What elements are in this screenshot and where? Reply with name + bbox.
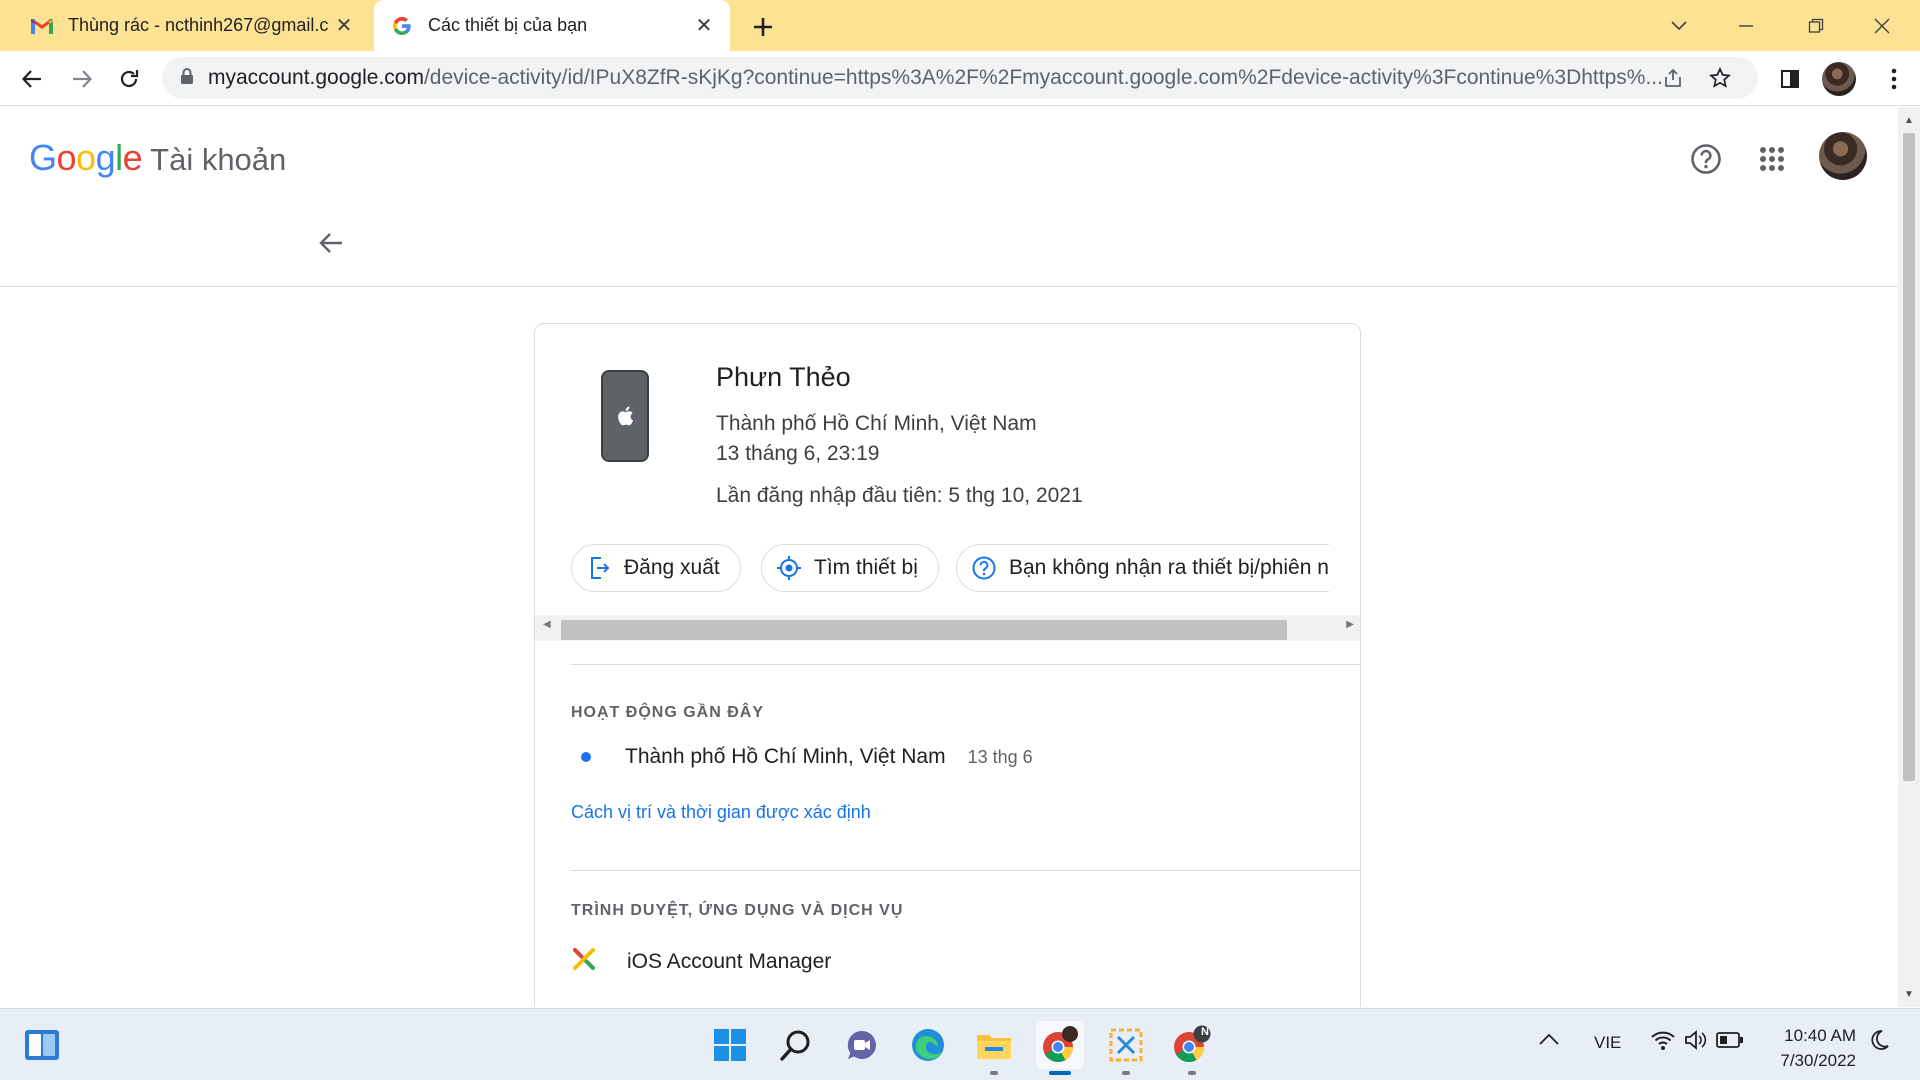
account-header: Google Tài khoản: [0, 107, 1898, 287]
profile-badge: N: [1201, 1026, 1209, 1038]
windows-taskbar: N VIE 10:40 AM 7/30/2022: [0, 1008, 1920, 1080]
running-indicator: [990, 1071, 998, 1075]
widgets-icon[interactable]: [18, 1021, 66, 1069]
new-tab-button[interactable]: [746, 10, 780, 44]
apps-grid-icon[interactable]: [1748, 135, 1796, 183]
device-location: Thành phố Hồ Chí Minh, Việt Nam: [716, 412, 1037, 435]
recent-activity-title: HOẠT ĐỘNG GẦN ĐÂY: [571, 704, 764, 721]
locate-icon: [776, 555, 802, 581]
active-indicator: [1049, 1071, 1071, 1075]
gmail-icon: [30, 14, 54, 38]
activity-place: Thành phố Hồ Chí Minh, Việt Nam: [625, 745, 946, 768]
close-tab-icon[interactable]: ✕: [330, 12, 358, 40]
page-content: Google Tài khoản Phưn Thẻo Thành phố Hồ …: [0, 107, 1898, 1007]
help-icon[interactable]: [1682, 135, 1730, 183]
share-icon[interactable]: [1656, 61, 1690, 95]
bookmark-star-icon[interactable]: [1703, 61, 1737, 95]
file-explorer-icon[interactable]: [970, 1021, 1018, 1075]
menu-kebab-icon[interactable]: [1874, 59, 1914, 99]
windows-start-icon[interactable]: [706, 1021, 754, 1069]
product-name: Tài khoản: [150, 142, 287, 177]
sign-out-icon: [586, 555, 612, 581]
back-arrow-icon[interactable]: [311, 223, 351, 263]
url-host: myaccount.google.com: [208, 66, 424, 89]
url-text: myaccount.google.com/device-activity/id/…: [208, 66, 1678, 90]
browser-toolbar: myaccount.google.com/device-activity/id/…: [0, 51, 1920, 106]
google-account-logo[interactable]: Google Tài khoản: [29, 137, 286, 179]
wifi-icon[interactable]: [1650, 1029, 1676, 1056]
action-chips: Đăng xuất Tìm thiết bị Bạn không nhận ra…: [571, 544, 1360, 594]
close-tab-icon[interactable]: ✕: [690, 12, 718, 40]
activity-dot-icon: [581, 752, 591, 762]
apple-logo-icon: [618, 406, 634, 426]
scroll-up-icon[interactable]: ▲: [1898, 111, 1920, 129]
device-name: Phưn Thẻo: [716, 362, 851, 392]
app-row: iOS Account Manager: [571, 946, 831, 977]
minimize-icon[interactable]: [1726, 6, 1766, 46]
vertical-scrollbar[interactable]: ▲ ▼: [1898, 107, 1920, 1007]
tab-title: Các thiết bị của bạn: [428, 15, 588, 35]
clock-time: 10:40 AM: [1784, 1026, 1856, 1045]
tab-title: Thùng rác - ncthinh267@gmail.c: [68, 15, 329, 35]
device-last-active: 13 tháng 6, 23:19: [716, 442, 880, 465]
scroll-right-icon[interactable]: ▶: [1346, 619, 1354, 630]
sign-out-button[interactable]: Đăng xuất: [571, 544, 741, 592]
search-icon[interactable]: [772, 1021, 820, 1069]
running-indicator: [1188, 1071, 1196, 1075]
find-device-label: Tìm thiết bị: [814, 556, 918, 579]
activity-row: Thành phố Hồ Chí Minh, Việt Nam 13 thg 6: [571, 742, 1033, 772]
side-panel-icon[interactable]: [1770, 59, 1810, 99]
vertical-scroll-thumb[interactable]: [1903, 133, 1915, 781]
battery-icon[interactable]: [1716, 1031, 1744, 1054]
question-circle-icon: [971, 555, 997, 581]
dont-recognize-button[interactable]: Bạn không nhận ra thiết bị/phiên n: [956, 544, 1329, 592]
show-hidden-icons-icon[interactable]: [1538, 1031, 1560, 1051]
back-icon[interactable]: [12, 59, 52, 99]
close-window-icon[interactable]: [1862, 6, 1902, 46]
find-device-button[interactable]: Tìm thiết bị: [761, 544, 939, 592]
tab-search-icon[interactable]: [1659, 6, 1699, 46]
profile-avatar[interactable]: [1822, 62, 1856, 96]
taskbar-clock[interactable]: 10:40 AM 7/30/2022: [1780, 1023, 1856, 1073]
edge-browser-icon[interactable]: [904, 1021, 952, 1069]
teams-chat-icon[interactable]: [838, 1021, 886, 1069]
language-indicator[interactable]: VIE: [1594, 1033, 1621, 1053]
address-bar[interactable]: myaccount.google.com/device-activity/id/…: [162, 57, 1758, 99]
restore-icon[interactable]: [1796, 6, 1836, 46]
tab-strip: Thùng rác - ncthinh267@gmail.c ✕ Các thi…: [0, 0, 1920, 51]
tab-devices[interactable]: Các thiết bị của bạn ✕: [374, 0, 730, 51]
running-indicator: [1122, 1071, 1130, 1075]
horizontal-scroll-thumb[interactable]: [561, 620, 1287, 640]
forward-icon[interactable]: [62, 59, 102, 99]
horizontal-scrollbar[interactable]: ◀ ▶: [535, 615, 1360, 641]
clock-date: 7/30/2022: [1780, 1051, 1856, 1070]
dont-recognize-label: Bạn không nhận ra thiết bị/phiên n: [1009, 556, 1329, 579]
google-g-icon: [390, 14, 414, 38]
divider: [571, 870, 1360, 871]
lock-icon[interactable]: [180, 67, 194, 90]
location-time-info-link[interactable]: Cách vị trí và thời gian được xác định: [571, 802, 871, 823]
iphone-icon: [601, 370, 649, 462]
ios-account-manager-icon: [571, 946, 597, 977]
scroll-left-icon[interactable]: ◀: [543, 619, 551, 630]
reload-icon[interactable]: [109, 59, 149, 99]
url-path: /device-activity/id/IPuX8ZfR-sKjKg?conti…: [423, 66, 1663, 89]
google-logo: Google: [29, 137, 143, 178]
sign-out-label: Đăng xuất: [624, 556, 720, 579]
snipping-tool-icon[interactable]: [1102, 1021, 1150, 1075]
divider: [571, 664, 1360, 665]
tab-gmail-trash[interactable]: Thùng rác - ncthinh267@gmail.c ✕: [14, 0, 370, 51]
device-card: Phưn Thẻo Thành phố Hồ Chí Minh, Việt Na…: [534, 323, 1361, 1007]
device-first-signin: Lần đăng nhập đầu tiên: 5 thg 10, 2021: [716, 484, 1083, 507]
account-avatar[interactable]: [1819, 132, 1867, 180]
activity-date: 13 thg 6: [967, 746, 1033, 767]
app-name: iOS Account Manager: [627, 949, 832, 973]
volume-icon[interactable]: [1684, 1029, 1708, 1056]
scroll-down-icon[interactable]: ▼: [1898, 985, 1920, 1003]
notifications-moon-icon[interactable]: [1868, 1029, 1890, 1056]
apps-section-title: TRÌNH DUYỆT, ỨNG DỤNG VÀ DỊCH VỤ: [571, 902, 904, 919]
chrome-profile-icon[interactable]: N: [1168, 1021, 1216, 1075]
chrome-taskbar-icon[interactable]: [1036, 1021, 1084, 1075]
